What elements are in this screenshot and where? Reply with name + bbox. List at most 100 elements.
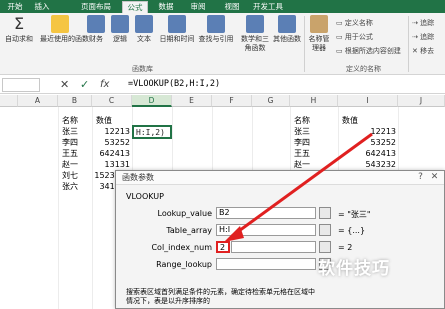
name-box[interactable] — [2, 78, 40, 92]
tag-icon — [310, 15, 328, 33]
formula-input[interactable]: =VLOOKUP(B2,H:I,2) — [128, 79, 220, 89]
dialog-title[interactable]: 函数参数 — [116, 171, 444, 185]
arg-label-table-array: Table_array — [166, 226, 212, 235]
collapse-dialog-icon[interactable] — [319, 241, 331, 253]
table-cell-name[interactable]: 张三 — [294, 126, 310, 137]
trace-dependents-button[interactable]: ⇢ 追踪 — [412, 32, 434, 42]
book-icon — [135, 15, 153, 33]
use-in-formula-button[interactable]: ▭ 用于公式 — [336, 32, 373, 42]
tag-icon: ▭ — [336, 19, 345, 27]
column-header[interactable]: G — [252, 95, 290, 107]
table-cell-name[interactable]: 王五 — [294, 148, 310, 159]
table-cell-value[interactable]: 53252 — [338, 137, 396, 148]
help-icon[interactable]: ? — [415, 172, 426, 183]
financial-button[interactable]: 财务 — [86, 15, 106, 63]
tab-page-layout[interactable]: 页面布局 — [76, 1, 116, 13]
table-cell-name[interactable]: 刘七 — [62, 170, 78, 181]
table-cell-value[interactable]: 53252 — [92, 137, 130, 148]
column-header[interactable]: D — [132, 95, 172, 107]
tab-review[interactable]: 审阅 — [184, 1, 212, 13]
table-cell-value[interactable]: 12213 — [92, 126, 130, 137]
table-header-value[interactable]: 数值 — [342, 115, 358, 126]
trace-precedents-button[interactable]: ⇢ 追踪 — [412, 18, 434, 28]
table-cell-value[interactable]: 543232 — [338, 159, 396, 170]
recent-functions-button[interactable]: 最近使用的函数 — [40, 15, 89, 63]
create-from-selection-button[interactable]: ▭ 根据所选内容创建 — [336, 46, 401, 56]
table-header-name[interactable]: 名称 — [294, 115, 310, 126]
lookup-value-input[interactable]: B2 — [216, 207, 316, 219]
table-cell-name[interactable]: 张六 — [62, 181, 78, 192]
autosum-button[interactable]: Σ 自动求和 — [4, 15, 34, 63]
col-index-num-rest[interactable] — [231, 241, 316, 253]
arg-label-range-lookup: Range_lookup — [156, 260, 212, 269]
group-caption-function-library: 函数库 — [132, 65, 153, 73]
ribbon: Σ 自动求和 最近使用的函数 财务 逻辑 文本 日期和时间 查找与引用 数学和三… — [0, 13, 445, 75]
active-cell[interactable]: H:I,2) — [132, 125, 172, 139]
tab-home[interactable]: 开始 — [4, 1, 26, 13]
book-icon — [246, 15, 264, 33]
remove-arrows-button[interactable]: ✕ 移去 — [412, 46, 434, 56]
corner-header[interactable] — [0, 95, 18, 107]
table-header-value[interactable]: 数值 — [96, 115, 112, 126]
column-header[interactable]: A — [18, 95, 58, 107]
tab-data[interactable]: 数据 — [152, 1, 180, 13]
book-icon — [207, 15, 225, 33]
more-functions-button[interactable]: 其他函数 — [272, 15, 302, 63]
datetime-button[interactable]: 日期和时间 — [158, 15, 196, 63]
function-description-cont: 情况下，表是以升序排序的 — [126, 297, 210, 305]
column-header[interactable]: B — [58, 95, 92, 107]
function-name: VLOOKUP — [126, 192, 164, 201]
ribbon-tab-bar: 开始 插入 页面布局 公式 数据 审阅 视图 开发工具 — [0, 0, 445, 13]
name-manager-button[interactable]: 名称管理器 — [306, 15, 332, 63]
enter-icon[interactable]: ✓ — [80, 78, 89, 92]
column-header[interactable]: H — [290, 95, 338, 107]
collapse-dialog-icon[interactable] — [319, 224, 331, 236]
star-icon — [51, 15, 69, 33]
lookup-reference-button[interactable]: 查找与引用 — [198, 15, 234, 63]
text-button[interactable]: 文本 — [134, 15, 154, 63]
arg-label-lookup-value: Lookup_value — [157, 209, 213, 218]
arg-result: = {...} — [338, 226, 366, 235]
ribbon-divider — [304, 16, 305, 72]
table-cell-name[interactable]: 赵一 — [294, 159, 310, 170]
col-index-num-input[interactable]: 2 — [216, 241, 230, 253]
arg-result: = 2 — [338, 243, 353, 252]
table-cell-name[interactable]: 李四 — [62, 137, 78, 148]
function-description: 搜索表区域首列满足条件的元素，确定待检索单元格在区域中 — [126, 288, 315, 296]
table-cell-value[interactable]: 12213 — [338, 126, 396, 137]
tab-view[interactable]: 视图 — [218, 1, 246, 13]
column-header[interactable]: F — [212, 95, 252, 107]
grid-icon: ▭ — [336, 47, 345, 55]
logical-button[interactable]: 逻辑 — [110, 15, 130, 63]
collapse-dialog-icon[interactable] — [319, 207, 331, 219]
cancel-icon[interactable]: ✕ — [60, 78, 69, 92]
range-lookup-input[interactable] — [216, 258, 316, 270]
arrow-icon: ⇢ — [412, 33, 421, 41]
formula-icon: ▭ — [336, 33, 345, 41]
math-trig-button[interactable]: 数学和三角函数 — [238, 15, 272, 63]
tab-developer[interactable]: 开发工具 — [248, 1, 288, 13]
insert-function-icon[interactable]: fx — [100, 78, 109, 92]
book-icon — [87, 15, 105, 33]
tab-formulas[interactable]: 公式 — [122, 1, 148, 13]
column-header[interactable]: C — [92, 95, 132, 107]
watermark-text: 软件技巧 — [318, 259, 390, 279]
table-array-input[interactable]: H:I — [216, 224, 316, 236]
table-cell-name[interactable]: 赵一 — [62, 159, 78, 170]
table-cell-name[interactable]: 张三 — [62, 126, 78, 137]
close-icon[interactable]: ✕ — [429, 172, 440, 183]
column-header[interactable]: E — [172, 95, 212, 107]
table-header-name[interactable]: 名称 — [62, 115, 78, 126]
gridline — [58, 107, 59, 309]
column-header[interactable]: J — [398, 95, 445, 107]
table-cell-value[interactable]: 642413 — [92, 148, 130, 159]
tab-insert[interactable]: 插入 — [30, 1, 54, 13]
define-name-button[interactable]: ▭ 定义名称 — [336, 18, 373, 28]
column-header[interactable]: I — [338, 95, 398, 107]
group-caption-defined-names: 定义的名称 — [346, 65, 381, 73]
book-icon — [111, 15, 129, 33]
table-cell-value[interactable]: 13131 — [92, 159, 130, 170]
table-cell-name[interactable]: 李四 — [294, 137, 310, 148]
table-cell-name[interactable]: 王五 — [62, 148, 78, 159]
table-cell-value[interactable]: 642413 — [338, 148, 396, 159]
